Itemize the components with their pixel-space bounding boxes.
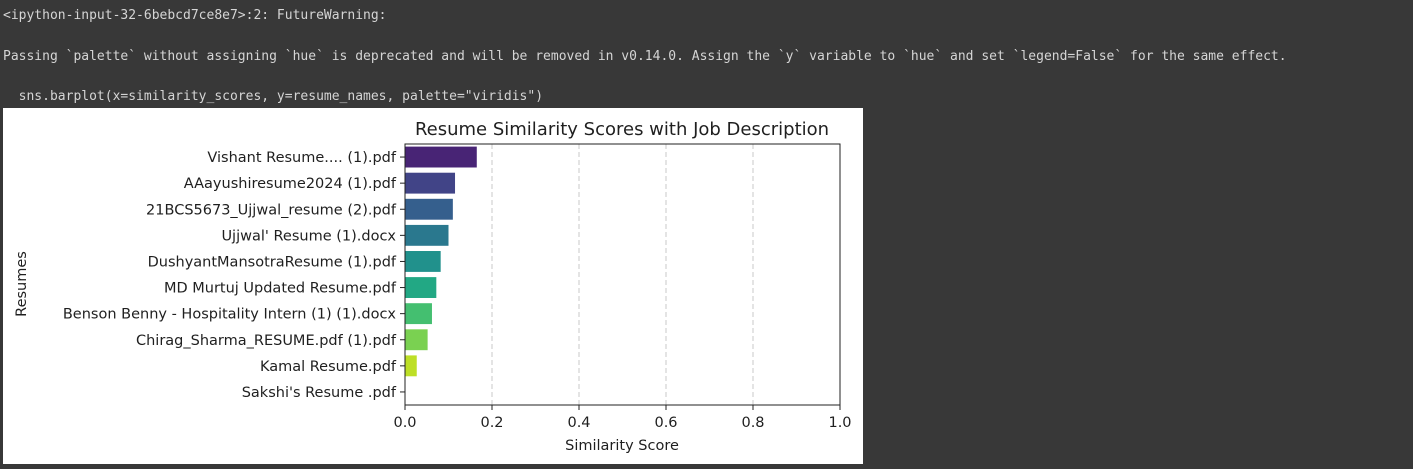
bar [405,303,432,325]
code-line: sns.barplot(x=similarity_scores, y=resum… [3,89,544,104]
warning-message: Passing `palette` without assigning `hue… [3,49,1287,64]
bar [405,224,449,246]
bar-chart: Resume Similarity Scores with Job Descri… [14,119,852,454]
warning-header: <ipython-input-32-6bebcd7ce8e7>:2: Futur… [3,8,387,23]
bar [405,251,441,272]
y-tick-label: Sakshi's Resume .pdf [242,385,397,401]
x-tick-label: 0.8 [741,415,764,431]
y-tick-label: Ujjwal' Resume (1).docx [221,228,396,244]
bar [405,277,437,298]
y-tick-label: AAayushiresume2024 (1).pdf [184,176,397,192]
y-axis-label: Resumes [14,251,30,317]
x-tick-label: 0.2 [480,415,503,431]
bar [405,329,428,351]
bar [405,146,477,168]
y-tick-label: MD Murtuj Updated Resume.pdf [164,281,397,297]
bar [405,172,456,194]
y-tick-label: Chirag_Sharma_RESUME.pdf (1).pdf [136,333,397,349]
cell-output: <ipython-input-32-6bebcd7ce8e7>:2: Futur… [3,0,1413,104]
y-tick-label: Vishant Resume.... (1).pdf [207,150,396,166]
x-tick-label: 0.0 [393,415,416,431]
x-axis-label: Similarity Score [565,438,679,454]
chart-title: Resume Similarity Scores with Job Descri… [415,119,829,140]
bar [405,355,417,377]
y-tick-label: Kamal Resume.pdf [260,359,397,375]
figure: Resume Similarity Scores with Job Descri… [3,108,863,464]
plot-frame [404,143,841,406]
y-tick-label: 21BCS5673_Ujjwal_resume (2).pdf [146,202,397,218]
x-tick-label: 0.4 [567,415,590,431]
y-tick-label: Benson Benny - Hospitality Intern (1) (1… [63,307,397,323]
x-tick-label: 0.6 [654,415,677,431]
y-tick-label: DushyantMansotraResume (1).pdf [148,254,397,270]
x-tick-label: 1.0 [828,415,851,431]
bar [405,198,453,220]
